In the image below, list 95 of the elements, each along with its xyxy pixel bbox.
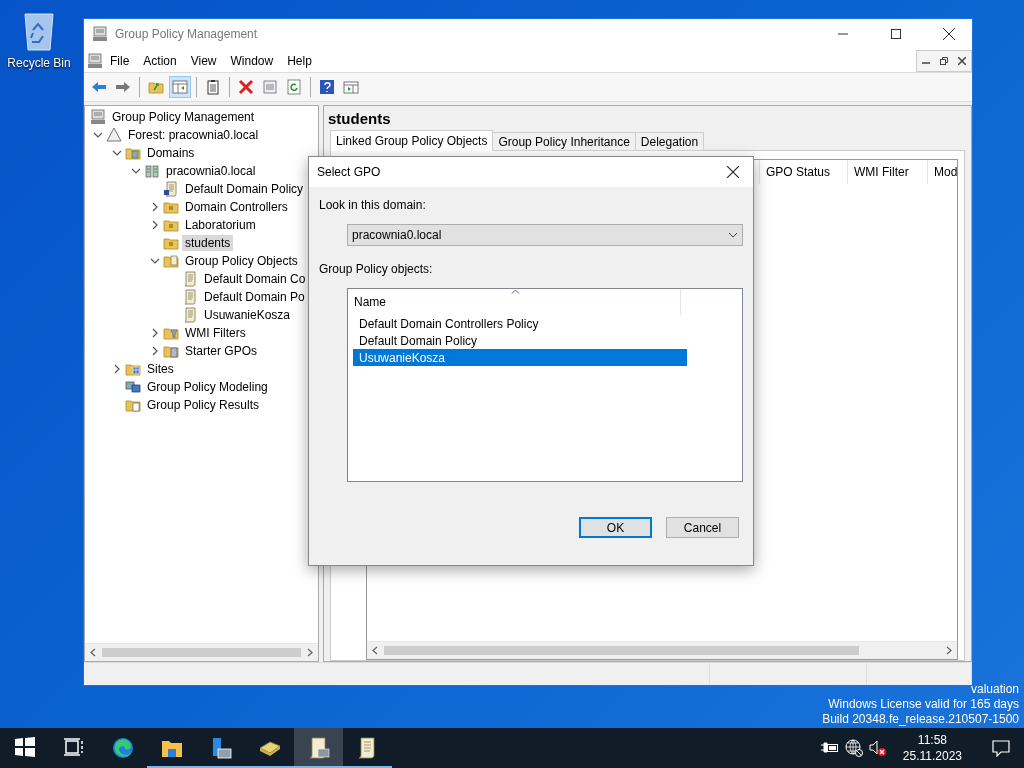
tree-item[interactable]: Default Domain Policy [182, 181, 307, 197]
globe-icon[interactable] [844, 739, 863, 757]
minimize-icon [922, 62, 930, 64]
watermark-text: Build 20348.fe_release.210507-1500 [822, 712, 1019, 727]
forward-arrow-icon [115, 79, 131, 95]
tree-item[interactable]: Group Policy Management [109, 109, 258, 125]
tree-item[interactable]: Group Policy Results [144, 397, 263, 413]
scroll-icon [182, 307, 198, 323]
scroll-icon [182, 289, 198, 305]
computers-icon [125, 379, 141, 395]
app-icon [92, 26, 108, 42]
folder-icon [163, 325, 179, 341]
tree-item[interactable]: Starter GPOs [182, 343, 261, 359]
folder-icon [125, 145, 141, 161]
properties-icon [262, 79, 278, 95]
close-icon [943, 28, 955, 40]
clock-date: 25.11.2023 [902, 748, 962, 764]
refresh-icon [286, 79, 302, 95]
desktop-icon-label[interactable]: Recycle Bin [7, 56, 71, 70]
close-icon [958, 56, 966, 65]
scroll-icon [163, 181, 179, 197]
restore-icon [940, 56, 948, 65]
tree-item[interactable]: WMI Filters [182, 325, 249, 341]
tree-item[interactable]: pracownia0.local [163, 163, 259, 179]
chat-bubble-icon [992, 739, 1010, 757]
power-plug-icon[interactable] [820, 741, 839, 755]
panel-icon [343, 79, 359, 95]
menu-item[interactable]: Action [136, 51, 184, 70]
menu-item[interactable]: View [183, 51, 224, 70]
tree-item[interactable]: Sites [144, 361, 177, 377]
taskbar-button[interactable] [294, 728, 343, 768]
tree-item[interactable]: Laboratorium [182, 217, 259, 233]
window-title: Group Policy Management [115, 27, 259, 41]
tree-item[interactable]: Domains [144, 145, 198, 161]
field-label: Group Policy objects: [319, 262, 434, 276]
watermark-text: Windows License valid for 165 days [828, 697, 1019, 712]
triangle-icon [106, 127, 122, 143]
tab[interactable]: Group Policy Inheritance [492, 132, 636, 151]
close-button[interactable] [953, 50, 971, 71]
scrollbar[interactable] [85, 643, 318, 661]
folder-icon [163, 217, 179, 233]
folder-icon [125, 361, 141, 377]
panel-icon [172, 79, 188, 95]
console-icon [90, 109, 106, 125]
folder-icon [163, 253, 179, 269]
tree-item[interactable]: Forest: pracownia0.local [125, 127, 262, 143]
clipboard-icon [205, 79, 221, 95]
folder-icon [163, 235, 179, 251]
close-icon [727, 166, 739, 178]
list-item[interactable]: UsuwanieKosza [353, 349, 687, 366]
folder-icon [163, 199, 179, 215]
console-icon[interactable] [87, 52, 103, 69]
browser-icon [110, 736, 135, 760]
folder-icon [163, 343, 179, 359]
panel-title: students [327, 109, 392, 129]
column-header[interactable]: Name [348, 289, 681, 315]
folder-icon [148, 79, 164, 95]
tree-item[interactable]: Default Domain Co [201, 271, 309, 287]
clock-time: 11:58 [917, 732, 947, 748]
speaker-muted-icon[interactable] [868, 739, 887, 757]
list-item[interactable]: Default Domain Policy [353, 332, 687, 349]
tree-item[interactable]: Domain Controllers [182, 199, 291, 215]
caret-icon [728, 232, 738, 238]
folder-icon [125, 397, 141, 413]
tab[interactable]: Linked Group Policy Objects [330, 130, 494, 151]
column-header[interactable]: GPO Status [759, 160, 847, 184]
column-header[interactable]: WMI Filter [847, 160, 927, 184]
tree-item[interactable]: students [182, 235, 234, 251]
servers-icon [144, 163, 160, 179]
tree-item[interactable]: Group Policy Objects [182, 253, 301, 269]
tree-item[interactable]: Group Policy Modeling [144, 379, 271, 395]
clock[interactable]: 11:58 25.11.2023 [892, 732, 972, 764]
tree-item[interactable]: UsuwanieKosza [201, 307, 294, 323]
start-icon [12, 736, 37, 760]
maximize-icon [891, 29, 901, 39]
delete-icon [238, 79, 254, 95]
column-header[interactable]: Mod [927, 160, 957, 184]
tree-item[interactable]: Default Domain Po [201, 289, 308, 305]
help-icon [319, 79, 335, 95]
list-item[interactable]: Default Domain Controllers Policy [353, 315, 687, 332]
field-label: Look in this domain: [319, 198, 427, 212]
toolbar-button[interactable] [169, 76, 191, 98]
back-arrow-icon [91, 79, 107, 95]
dialog-title: Select GPO [317, 165, 382, 179]
scroll-icon [182, 271, 198, 287]
minimize-button[interactable] [917, 50, 935, 71]
menu-item[interactable]: Window [223, 51, 281, 70]
domain-dropdown[interactable]: pracownia0.local [347, 224, 743, 246]
tab[interactable]: Delegation [634, 132, 705, 151]
ok-button[interactable]: OK [579, 517, 652, 538]
cancel-button[interactable]: Cancel [666, 517, 739, 538]
watermark-text: valuation [970, 682, 1019, 697]
scrollbar[interactable] [367, 641, 957, 659]
menu-item[interactable]: Help [280, 51, 319, 70]
menu-item[interactable]: File [103, 51, 137, 70]
